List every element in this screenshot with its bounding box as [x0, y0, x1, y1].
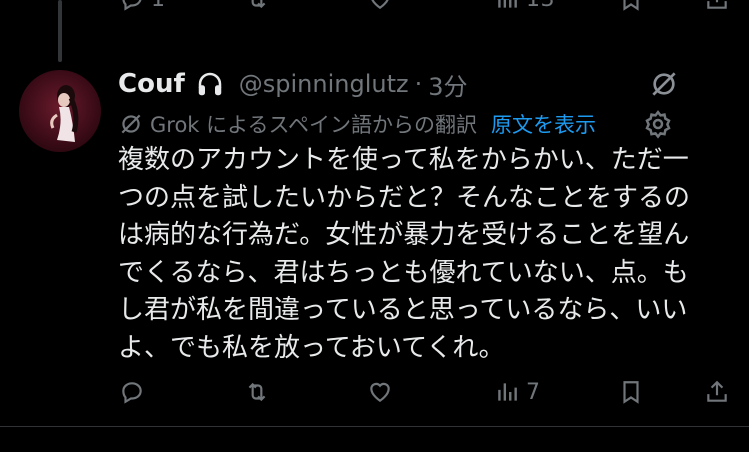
grok-icon — [118, 111, 144, 137]
retweet-icon — [244, 0, 270, 12]
avatar[interactable] — [19, 70, 101, 152]
views-button[interactable]: 7 — [494, 379, 541, 405]
grok-button[interactable] — [648, 68, 680, 100]
tweet-text: 複数のアカウントを使って私をからかい、ただ一 つの点を試したいからだと？そんなこ… — [118, 145, 691, 363]
reply-count: 1 — [151, 0, 166, 12]
show-original-link[interactable]: 原文を表示 — [491, 109, 596, 139]
tweet-actions: 7 — [0, 372, 749, 412]
retweet-button[interactable] — [244, 379, 270, 405]
bookmark-icon — [618, 0, 644, 12]
previous-tweet-actions: 1 13 — [0, 0, 749, 20]
reply-button[interactable] — [119, 379, 145, 405]
like-button[interactable] — [367, 379, 393, 405]
like-icon — [367, 0, 393, 12]
like-button[interactable] — [367, 0, 393, 12]
translation-row: Grok によるスペイン語からの翻訳 原文を表示 — [118, 109, 596, 139]
views-icon — [494, 379, 520, 405]
like-icon — [367, 379, 393, 405]
share-icon — [704, 0, 730, 12]
reply-icon — [119, 379, 145, 405]
share-button[interactable] — [704, 0, 730, 12]
views-icon — [494, 0, 520, 12]
translation-settings-button[interactable] — [643, 109, 673, 139]
headphones-icon — [195, 69, 225, 99]
share-button[interactable] — [704, 379, 730, 405]
translation-label: Grok によるスペイン語からの翻訳 — [150, 113, 478, 137]
retweet-button[interactable] — [244, 0, 270, 12]
bookmark-icon — [618, 379, 644, 405]
reply-button[interactable]: 1 — [119, 0, 166, 12]
thread-connector-line — [58, 0, 62, 62]
views-button[interactable]: 13 — [494, 0, 555, 12]
tweet-divider — [0, 426, 749, 427]
display-name[interactable]: Couf — [118, 69, 185, 99]
reply-icon — [119, 0, 145, 12]
share-icon — [704, 379, 730, 405]
timestamp[interactable]: 3分 — [428, 67, 467, 102]
views-count: 13 — [526, 0, 555, 12]
bookmark-button[interactable] — [618, 379, 644, 405]
user-handle[interactable]: @spinninglutz — [239, 70, 409, 98]
retweet-icon — [244, 379, 270, 405]
settings-icon — [645, 110, 671, 139]
bookmark-button[interactable] — [618, 0, 644, 12]
tweet-header: Couf @spinninglutz · 3分 — [118, 66, 468, 102]
views-count: 7 — [526, 379, 541, 405]
separator-dot: · — [414, 70, 423, 98]
